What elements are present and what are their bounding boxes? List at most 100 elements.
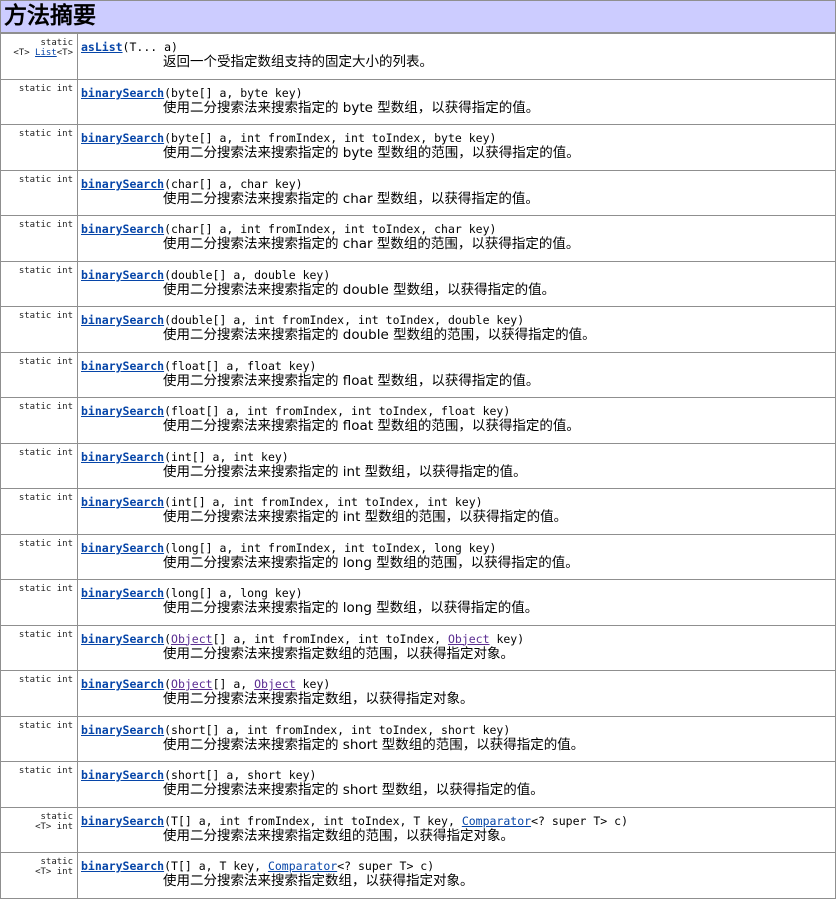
modifier-text: static int (18, 629, 73, 640)
method-signature: binarySearch(long[] a, long key) (81, 586, 835, 600)
method-name-link[interactable]: binarySearch (81, 859, 164, 873)
method-signature: binarySearch(short[] a, short key) (81, 768, 835, 782)
method-description: 使用二分搜索法来搜索指定数组，以获得指定对象。 (163, 873, 474, 889)
method-summary-header: 方法摘要 (0, 0, 836, 33)
param-type-link[interactable]: Comparator (268, 859, 337, 873)
param-type-link[interactable]: Object (171, 677, 213, 691)
method-description: 使用二分搜索法来搜索指定的 float 型数组，以获得指定的值。 (163, 372, 540, 389)
method-signature: binarySearch(short[] a, int fromIndex, i… (81, 723, 835, 737)
modifier-type-cell: static int (0, 260, 78, 307)
method-row: static int binarySearch(float[] a, int fr… (0, 397, 836, 444)
modifier-type-line: static int (2, 675, 73, 685)
method-detail-cell: binarySearch(long[] a, int fromIndex, in… (77, 533, 836, 580)
method-detail-cell: binarySearch(int[] a, int fromIndex, int… (77, 488, 836, 535)
method-name-link[interactable]: binarySearch (81, 177, 164, 191)
modifier-text: static int (18, 129, 73, 139)
method-name-link[interactable]: binarySearch (81, 723, 164, 737)
method-name-link[interactable]: binarySearch (81, 268, 164, 282)
modifier-type-line: <T> int (2, 822, 73, 832)
modifier-type-cell: static int (0, 124, 78, 171)
method-description: 使用二分搜索法来搜索指定的 long 型数组，以获得指定的值。 (163, 600, 539, 616)
method-name-link[interactable]: binarySearch (81, 586, 164, 600)
method-description: 使用二分搜索法来搜索指定的 int 型数组的范围，以获得指定的值。 (163, 509, 568, 525)
modifier-text: static (40, 38, 73, 48)
param-text: (float[] a, float key) (164, 358, 317, 373)
modifier-type-cell: static int (0, 442, 78, 489)
method-name-link[interactable]: binarySearch (81, 222, 164, 236)
modifier-type-line: static int (2, 493, 73, 503)
param-text: (float[] a, int fromIndex, int toIndex, … (164, 404, 511, 418)
modifier-text: static int (18, 538, 73, 549)
return-type-link[interactable]: List (35, 48, 57, 58)
method-signature: binarySearch(Object[] a, Object key) (81, 677, 835, 691)
method-description: 使用二分搜索法来搜索指定的 char 型数组的范围，以获得指定的值。 (163, 236, 580, 252)
method-detail-cell: binarySearch(float[] a, int fromIndex, i… (77, 397, 836, 444)
method-description: 使用二分搜索法来搜索指定的 byte 型数组的范围，以获得指定的值。 (163, 145, 580, 161)
method-summary-rows: static <T> List<T> asList(T... a) 返回一个受指定数组… (0, 33, 836, 899)
method-row: static int binarySearch(double[] a, doubl… (0, 260, 836, 307)
method-description: 使用二分搜索法来搜索指定的 char 型数组，以获得指定的值。 (163, 190, 539, 207)
param-text: (int[] a, int key) (164, 449, 289, 464)
modifier-type-cell: static int (0, 488, 78, 535)
modifier-text: static int (18, 311, 73, 321)
method-description: 返回一个受指定数组支持的固定大小的列表。 (163, 54, 433, 70)
method-row: static int binarySearch(Object[] a, int f… (0, 624, 836, 671)
method-signature: binarySearch(T[] a, T key, Comparator<? … (81, 859, 835, 873)
param-text: ( (164, 677, 172, 691)
method-name-link[interactable]: binarySearch (81, 495, 164, 509)
param-type-link[interactable]: Object (448, 632, 490, 646)
method-signature: binarySearch(char[] a, int fromIndex, in… (81, 222, 835, 236)
method-detail-cell: binarySearch(short[] a, short key) 使用二分搜索… (77, 761, 836, 808)
method-signature: binarySearch(T[] a, int fromIndex, int t… (81, 814, 835, 828)
param-type-link[interactable]: Comparator (462, 814, 531, 828)
method-detail-cell: binarySearch(byte[] a, int fromIndex, in… (77, 124, 836, 171)
modifier-type-cell: static int (0, 169, 78, 216)
modifier-type-line: static int (2, 629, 73, 640)
modifier-type-line: static int (2, 311, 73, 321)
method-row: static int binarySearch(char[] a, char ke… (0, 169, 836, 216)
method-signature: binarySearch(char[] a, char key) (81, 177, 835, 191)
method-name-link[interactable]: binarySearch (81, 677, 164, 691)
method-name-link[interactable]: binarySearch (81, 131, 164, 145)
method-description: 使用二分搜索法来搜索指定的 long 型数组的范围，以获得指定的值。 (163, 554, 579, 571)
param-text: (short[] a, int fromIndex, int toIndex, … (164, 722, 511, 737)
modifier-text: static int (18, 720, 73, 731)
param-type-link[interactable]: Object (254, 677, 296, 691)
method-row: static int binarySearch(byte[] a, int fro… (0, 124, 836, 171)
method-name-link[interactable]: binarySearch (81, 768, 164, 782)
method-description: 使用二分搜索法来搜索指定的 int 型数组，以获得指定的值。 (163, 463, 527, 480)
method-summary-table: static <T> List<T> asList(T... a) 返回一个受指定数组… (0, 33, 836, 899)
method-summary-title: 方法摘要 (4, 2, 96, 29)
method-name-link[interactable]: binarySearch (81, 450, 164, 464)
param-text: [] a, (212, 677, 255, 691)
modifier-text: static int (18, 493, 73, 503)
modifier-text: static int (18, 402, 73, 412)
modifier-text: <T> (13, 48, 36, 58)
method-detail-cell: binarySearch(double[] a, double key) 使用二分… (77, 260, 836, 307)
method-name-link[interactable]: binarySearch (81, 86, 164, 100)
method-name-link[interactable]: binarySearch (81, 814, 164, 828)
method-name-link[interactable]: binarySearch (81, 541, 164, 555)
method-detail-cell: binarySearch(long[] a, long key) 使用二分搜索法来… (77, 579, 836, 626)
method-name-link[interactable]: binarySearch (81, 359, 164, 373)
method-detail-cell: binarySearch(short[] a, int fromIndex, i… (77, 715, 836, 762)
modifier-type-line: static int (2, 220, 73, 230)
modifier-type-cell: static int (0, 215, 78, 262)
method-name-link[interactable]: binarySearch (81, 632, 164, 646)
method-signature: binarySearch(int[] a, int fromIndex, int… (81, 495, 835, 509)
method-detail-cell: binarySearch(int[] a, int key) 使用二分搜索法来搜索… (77, 442, 836, 489)
method-name-link[interactable]: binarySearch (81, 313, 164, 327)
method-detail-cell: binarySearch(byte[] a, byte key) 使用二分搜索法来… (77, 78, 836, 125)
param-type-link[interactable]: Object (171, 632, 213, 646)
modifier-type-cell: static <T> int (0, 852, 78, 899)
method-row: static int binarySearch(long[] a, long ke… (0, 579, 836, 626)
modifier-type-cell: static <T> List<T> (0, 33, 78, 80)
method-name-link[interactable]: asList (81, 40, 123, 54)
method-signature: binarySearch(Object[] a, int fromIndex, … (81, 632, 835, 646)
modifier-type-cell: static int (0, 351, 78, 398)
method-name-link[interactable]: binarySearch (81, 404, 164, 418)
param-text: (byte[] a, int fromIndex, int toIndex, b… (164, 131, 497, 145)
method-description: 使用二分搜索法来搜索指定的 short 型数组的范围，以获得指定的值。 (163, 736, 585, 753)
method-description: 使用二分搜索法来搜索指定数组的范围，以获得指定对象。 (163, 645, 514, 662)
modifier-type-line: static int (2, 538, 73, 549)
